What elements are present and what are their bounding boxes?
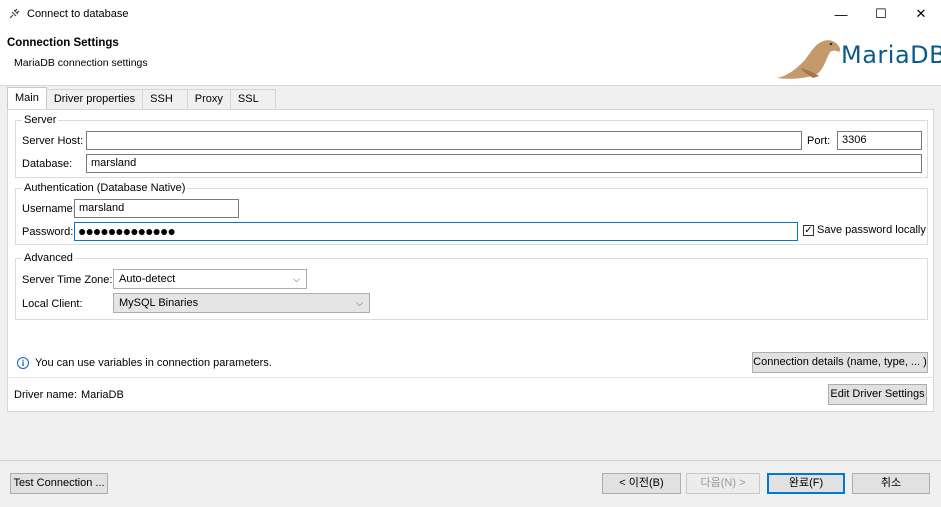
maximize-button[interactable]: ☐: [861, 0, 901, 28]
port-label: Port:: [807, 135, 831, 147]
advanced-group: Advanced Server Time Zone: Auto-detect ⌵…: [15, 252, 928, 320]
connect-plug-icon: [9, 8, 20, 19]
edit-driver-settings-button[interactable]: Edit Driver Settings: [828, 384, 927, 405]
divider: [7, 377, 934, 378]
timezone-value: Auto-detect: [119, 273, 176, 285]
password-label: Password:: [22, 226, 74, 238]
driver-name-label: Driver name:: [14, 389, 77, 401]
password-input[interactable]: ●●●●●●●●●●●●●: [74, 222, 798, 241]
local-client-select[interactable]: MySQL Binaries ⌵: [113, 293, 370, 313]
seal-icon: [777, 40, 841, 79]
test-connection-button[interactable]: Test Connection ...: [10, 473, 108, 494]
advanced-legend: Advanced: [22, 252, 75, 264]
mariadb-logo: MariaDB: [773, 30, 941, 84]
local-client-value: MySQL Binaries: [119, 297, 199, 309]
save-password-checkbox[interactable]: ✓: [803, 225, 814, 236]
server-legend: Server: [22, 114, 59, 126]
page-title: Connection Settings: [7, 37, 119, 49]
close-icon: ✕: [915, 6, 927, 21]
tab-ssl[interactable]: SSL: [229, 89, 276, 109]
variables-info-text: You can use variables in connection para…: [35, 357, 272, 369]
connection-details-button[interactable]: Connection details (name, type, ... ): [752, 352, 928, 373]
chevron-down-icon: ⌵: [356, 298, 363, 308]
timezone-label: Server Time Zone:: [22, 274, 113, 286]
title-bar: Connect to database — ☐ ✕: [0, 0, 941, 28]
save-password-label[interactable]: Save password locally: [817, 224, 926, 236]
server-host-input[interactable]: [86, 131, 802, 150]
logo-text: MariaDB: [841, 41, 941, 69]
back-button[interactable]: < 이전(B): [602, 473, 681, 494]
driver-name-value: MariaDB: [81, 389, 124, 401]
window-title: Connect to database: [27, 8, 129, 20]
username-label: Username:: [22, 203, 76, 215]
authentication-group: Authentication (Database Native) Usernam…: [15, 182, 928, 245]
minimize-button[interactable]: —: [821, 0, 861, 28]
chevron-down-icon: ⌵: [293, 274, 300, 284]
cancel-button[interactable]: 취소: [852, 473, 930, 494]
minimize-icon: —: [834, 6, 848, 22]
port-input[interactable]: 3306: [837, 131, 922, 150]
authentication-legend: Authentication (Database Native): [22, 182, 188, 194]
tab-proxy[interactable]: Proxy: [186, 89, 231, 109]
footer-divider: [0, 460, 941, 461]
maximize-icon: ☐: [875, 6, 887, 21]
timezone-select[interactable]: Auto-detect ⌵: [113, 269, 307, 289]
tab-main[interactable]: Main: [7, 87, 47, 109]
next-button[interactable]: 다음(N) >: [686, 473, 760, 494]
server-group: Server Server Host: Port: 3306 Database:…: [15, 114, 928, 178]
finish-button[interactable]: 완료(F): [767, 473, 845, 494]
tab-ssh[interactable]: SSH: [142, 89, 188, 109]
tab-bar: Main Driver properties SSH Proxy SSL: [7, 87, 276, 110]
tab-driver-properties[interactable]: Driver properties: [45, 89, 144, 109]
info-icon: i: [17, 357, 29, 369]
username-input[interactable]: marsland: [74, 199, 239, 218]
database-input[interactable]: marsland: [86, 154, 922, 173]
close-button[interactable]: ✕: [901, 0, 941, 28]
database-label: Database:: [22, 158, 73, 170]
dialog-header: Connection Settings MariaDB connection s…: [0, 28, 941, 86]
server-host-label: Server Host:: [22, 135, 84, 147]
check-icon: ✓: [804, 225, 813, 236]
local-client-label: Local Client:: [22, 298, 83, 310]
main-panel: Server Server Host: Port: 3306 Database:…: [7, 109, 934, 412]
page-subtitle: MariaDB connection settings: [14, 57, 148, 69]
